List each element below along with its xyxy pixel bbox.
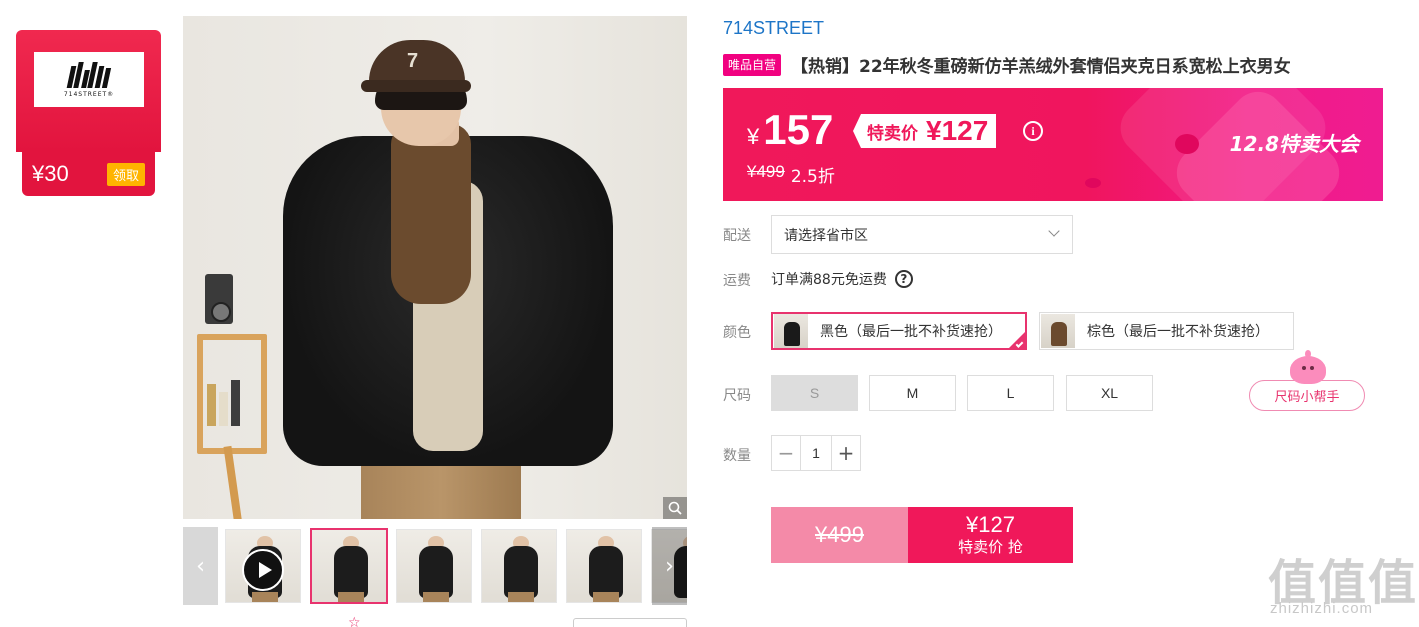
size-option-m[interactable]: M: [869, 375, 956, 411]
minus-icon[interactable]: −: [772, 436, 800, 470]
quantity-stepper: − 1 +: [771, 435, 861, 471]
thumb-figure-legs: [338, 592, 364, 602]
color-swatch-black: [774, 314, 808, 348]
coupon-amount: ¥30: [32, 161, 69, 186]
color-option-black[interactable]: 黑色（最后一批不补货速抢）: [771, 312, 1027, 350]
thumb-figure: [504, 546, 538, 598]
product-title: 【热销】22年秋冬重磅新仿羊羔绒外套情侣夹克日系宽松上衣男女: [791, 57, 1291, 77]
coupon-header: 714STREET®: [16, 30, 161, 156]
thumbnail-item[interactable]: [481, 529, 557, 603]
sale-price-value: ¥127: [926, 115, 989, 146]
event-name: 12.8特卖大会: [1229, 132, 1359, 156]
price-value: 157: [763, 106, 834, 153]
self-operated-badge: 唯品自营: [723, 53, 782, 76]
thumb-figure: [419, 546, 453, 598]
chevron-down-icon: [1048, 225, 1060, 237]
sale-price-label: 特卖价: [867, 123, 918, 144]
size-option-xl[interactable]: XL: [1066, 375, 1153, 411]
mascot-icon: [1290, 350, 1326, 384]
discount-rate: 2.5折: [790, 167, 835, 187]
brand-logo-text: 714STREET®: [63, 90, 115, 98]
delivery-label: 配送: [723, 228, 751, 244]
banner-decoration: [1175, 134, 1199, 154]
shipping-text: 订单满88元免运费: [771, 272, 887, 288]
thumb-figure: [334, 546, 368, 598]
size-helper-button[interactable]: 尺码小帮手: [1249, 380, 1365, 411]
color-label: 颜色: [723, 325, 751, 341]
watermark-url: zhizhizhi.com: [1270, 600, 1374, 617]
thumb-figure-legs: [423, 592, 449, 602]
buy-button-group: ¥499 ¥127 特卖价 抢: [771, 507, 1073, 563]
shipping-info: 订单满88元免运费 ?: [771, 269, 913, 289]
cap-number: 7: [407, 50, 419, 72]
thumbnail-item[interactable]: [396, 529, 472, 603]
play-icon[interactable]: [242, 549, 284, 591]
color-option-label: 黑色（最后一批不补货速抢）: [820, 324, 1002, 340]
thumb-figure-legs: [508, 592, 534, 602]
shipping-label: 运费: [723, 273, 751, 289]
thumbnail-strip: ‹ ›: [183, 527, 687, 605]
region-select[interactable]: 请选择省市区: [771, 215, 1073, 254]
price-currency: ¥: [747, 124, 760, 149]
region-select-value: 请选择省市区: [784, 227, 868, 244]
color-swatch-brown: [1041, 314, 1075, 348]
thumbnail-item[interactable]: [566, 529, 642, 603]
size-label: 尺码: [723, 388, 751, 404]
size-option-l[interactable]: L: [967, 375, 1054, 411]
brand-link[interactable]: 714STREET: [723, 18, 824, 39]
zoom-icon[interactable]: [663, 497, 687, 519]
brand-logo: 714STREET®: [34, 52, 144, 107]
color-option-brown[interactable]: 棕色（最后一批不补货速抢）: [1039, 312, 1294, 350]
coupon-body: ¥30 领取: [22, 152, 155, 196]
thumbnail-video[interactable]: [225, 529, 301, 603]
sale-price-pill: 特卖价 ¥127: [853, 114, 997, 148]
thumb-figure-legs: [593, 592, 619, 602]
banner-decoration: [1085, 178, 1101, 188]
product-title-row: 唯品自营 【热销】22年秋冬重磅新仿羊羔绒外套情侣夹克日系宽松上衣男女: [723, 52, 1291, 77]
thumb-figure: [589, 546, 623, 598]
thumbnail-item[interactable]: [310, 528, 388, 604]
original-price-row: ¥499 2.5折: [747, 162, 835, 187]
info-icon[interactable]: i: [1023, 121, 1043, 141]
color-option-label: 棕色（最后一批不补货速抢）: [1087, 324, 1269, 340]
quantity-label: 数量: [723, 448, 751, 464]
main-product-image[interactable]: 7: [183, 16, 687, 519]
buy-now-button[interactable]: ¥127 特卖价 抢: [908, 507, 1073, 563]
coupon-claim-button[interactable]: 领取: [106, 162, 145, 186]
plus-icon[interactable]: +: [832, 436, 860, 470]
help-icon[interactable]: ?: [894, 270, 913, 288]
brand-logo-mark: [66, 61, 112, 88]
current-price: ¥ 157: [747, 106, 833, 154]
image-camera-prop: [205, 274, 233, 324]
model-cap-bill: [361, 80, 471, 92]
thumbnail-next-button[interactable]: ›: [652, 527, 687, 605]
quantity-input[interactable]: 1: [800, 436, 832, 470]
size-option-s[interactable]: S: [771, 375, 858, 411]
star-icon: ☆: [348, 615, 361, 627]
buy-original-price: ¥499: [771, 507, 908, 563]
thumb-figure-legs: [252, 592, 278, 602]
image-books-prop: [205, 376, 255, 426]
price-banner: ¥ 157 特卖价 ¥127 i ¥499 2.5折 12.8特卖大会: [723, 88, 1383, 201]
original-price: ¥499: [747, 162, 785, 181]
buy-price: ¥127: [966, 512, 1015, 537]
model-scarf: [391, 124, 471, 304]
buy-label: 特卖价 抢: [958, 538, 1023, 556]
favorite-row[interactable]: ☆: [348, 615, 361, 627]
partial-button[interactable]: [573, 618, 687, 627]
thumbnail-prev-button[interactable]: ‹: [183, 527, 218, 605]
store-coupon[interactable]: 714STREET® ¥30 领取: [16, 30, 161, 196]
